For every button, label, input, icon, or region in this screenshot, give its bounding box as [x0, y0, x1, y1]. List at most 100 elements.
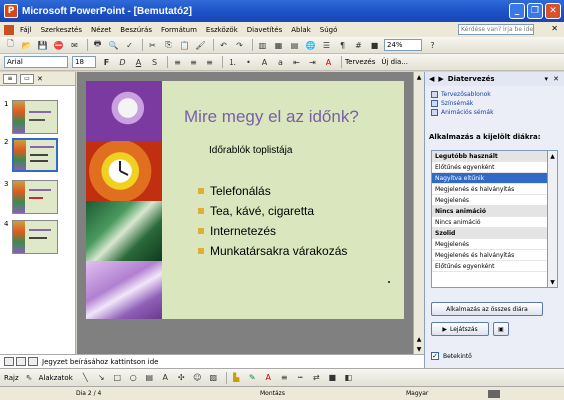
autopreview-checkbox[interactable]: ✓ Betekintő [431, 352, 472, 360]
animation-scheme-item[interactable]: Előtűnés egyenként [432, 261, 547, 272]
animation-scheme-item[interactable]: Előtűnés egyenként [432, 162, 547, 173]
task-pane-menu-icon[interactable]: ▾ [544, 75, 548, 83]
decrease-indent-icon[interactable]: ⇤ [290, 56, 303, 68]
notes-placeholder[interactable]: Jegyzet beírásához kattintson ide [42, 358, 158, 366]
tab-slides[interactable]: ▭ [20, 73, 34, 84]
close-panel-icon[interactable]: ✕ [37, 75, 43, 83]
bold-icon[interactable]: F [100, 56, 113, 68]
slide-subtitle[interactable]: Időrablók toplistája [209, 145, 292, 156]
insert-table-icon[interactable]: ▦ [272, 39, 285, 51]
bullet-list[interactable]: Telefonálás Tea, kávé, cigaretta Interne… [198, 181, 347, 261]
slide-thumbnail-4[interactable]: 4 [4, 220, 58, 254]
menu-slideshow[interactable]: Diavetítés [247, 26, 282, 34]
insert-chart-icon[interactable]: ▥ [256, 39, 269, 51]
menu-window[interactable]: Ablak [291, 26, 311, 34]
back-icon[interactable]: ◀ [429, 75, 434, 83]
shadow-icon[interactable]: S [148, 56, 161, 68]
new-icon[interactable]: 🗋 [4, 39, 17, 51]
line-color-icon[interactable]: ✎ [246, 372, 259, 384]
task-pane-close-icon[interactable]: ✕ [553, 75, 559, 83]
color-grayscale-icon[interactable]: ■ [368, 39, 381, 51]
font-color-draw-icon[interactable]: A [262, 372, 275, 384]
animation-list-scrollbar[interactable]: ▲ ▼ [548, 150, 558, 288]
design-button[interactable]: Tervezés [345, 58, 375, 66]
menu-tools[interactable]: Eszközök [206, 26, 238, 34]
print-preview-icon[interactable]: 🔍 [107, 39, 120, 51]
new-slide-button[interactable]: Új dia... [381, 58, 408, 66]
copy-icon[interactable]: ⎘ [162, 39, 175, 51]
italic-icon[interactable]: D [116, 56, 129, 68]
animation-scheme-item[interactable]: Megjelenés és halványítás [432, 184, 547, 195]
restore-button[interactable]: ❐ [527, 3, 543, 19]
menu-help[interactable]: Súgó [320, 26, 338, 34]
textbox-icon[interactable]: ▤ [143, 372, 156, 384]
line-style-icon[interactable]: ≡ [278, 372, 291, 384]
current-slide[interactable]: Mire megy el az időnk? Időrablók toplist… [86, 81, 404, 319]
slide-thumbnail-2[interactable]: 2 [4, 138, 58, 172]
animation-scheme-item[interactable]: Megjelenés [432, 195, 547, 206]
3d-style-icon[interactable]: ◧ [342, 372, 355, 384]
line-icon[interactable]: ╲ [79, 372, 92, 384]
document-icon[interactable] [4, 24, 14, 35]
cut-icon[interactable]: ✂ [146, 39, 159, 51]
slide-title[interactable]: Mire megy el az időnk? [184, 107, 359, 127]
undo-icon[interactable]: ↶ [217, 39, 230, 51]
powerpoint-app-icon[interactable]: P [4, 4, 18, 18]
numbering-icon[interactable]: ⒈ [226, 56, 239, 68]
animation-scheme-item[interactable]: Megjelenés [432, 239, 547, 250]
autoshapes-menu-button[interactable]: Alakzatok [39, 374, 73, 382]
tables-borders-icon[interactable]: ▤ [288, 39, 301, 51]
animation-scheme-item[interactable]: Nincs animáció [432, 217, 547, 228]
dash-style-icon[interactable]: ┅ [294, 372, 307, 384]
rectangle-icon[interactable]: □ [111, 372, 124, 384]
zoom-select[interactable]: 24% [384, 39, 422, 51]
checkbox-checked[interactable]: ✓ [431, 352, 439, 360]
previous-slide-icon[interactable]: ▲ [414, 334, 424, 344]
slide-vertical-scrollbar[interactable]: ▲ ▲ ▼ [413, 72, 424, 354]
oval-icon[interactable]: ○ [127, 372, 140, 384]
animation-scheme-item[interactable]: Nagyítva eltűnik [432, 173, 547, 184]
draw-menu-button[interactable]: Rajz [4, 374, 19, 382]
fill-color-icon[interactable]: ▙ [230, 372, 243, 384]
play-button[interactable]: ▶ Lejátszás [431, 322, 489, 336]
decrease-font-icon[interactable]: a [274, 56, 287, 68]
slide-thumbnail-1[interactable]: 1 [4, 100, 58, 134]
menu-insert[interactable]: Beszúrás [120, 26, 152, 34]
next-slide-icon[interactable]: ▼ [414, 344, 424, 354]
email-icon[interactable]: ✉ [68, 39, 81, 51]
help-question-input[interactable]: Kérdése van? Írja be ide. [458, 24, 534, 35]
forward-icon[interactable]: ▶ [438, 75, 443, 83]
minimize-button[interactable]: _ [509, 3, 525, 19]
arrow-icon[interactable]: ↘ [95, 372, 108, 384]
format-painter-icon[interactable]: 🖌 [194, 39, 207, 51]
apply-to-all-slides-button[interactable]: Alkalmazás az összes diára [431, 302, 543, 316]
diagram-icon[interactable]: ✣ [175, 372, 188, 384]
normal-view-icon[interactable] [4, 357, 14, 366]
tab-outline[interactable]: ≡ [3, 73, 17, 84]
redo-icon[interactable]: ↷ [233, 39, 246, 51]
align-center-icon[interactable]: ≡ [187, 56, 200, 68]
save-icon[interactable]: 💾 [36, 39, 49, 51]
design-templates-link[interactable]: Tervezősablonok [425, 90, 564, 99]
wordart-icon[interactable]: A [159, 372, 172, 384]
hyperlink-icon[interactable]: 🌐 [304, 39, 317, 51]
paste-icon[interactable]: 📋 [178, 39, 191, 51]
print-icon[interactable]: 🖶 [91, 39, 104, 51]
menu-view[interactable]: Nézet [91, 26, 111, 34]
scroll-up-icon[interactable]: ▲ [414, 72, 424, 82]
expand-all-icon[interactable]: ☰ [320, 39, 333, 51]
increase-font-icon[interactable]: A [258, 56, 271, 68]
animation-scheme-item[interactable]: Megjelenés és halványítás [432, 250, 547, 261]
font-size-select[interactable]: 18 [72, 56, 96, 68]
slide-sorter-view-icon[interactable] [16, 357, 26, 366]
close-window-button[interactable]: ✕ [545, 3, 561, 19]
clipart-icon[interactable]: ☺ [191, 372, 204, 384]
slideshow-view-icon[interactable] [28, 357, 38, 366]
align-right-icon[interactable]: ≡ [203, 56, 216, 68]
select-objects-icon[interactable]: ⇖ [23, 372, 36, 384]
align-left-icon[interactable]: ≡ [171, 56, 184, 68]
shadow-style-icon[interactable]: ■ [326, 372, 339, 384]
slide-thumbnail-3[interactable]: 3 [4, 180, 58, 214]
bullets-icon[interactable]: • [242, 56, 255, 68]
color-schemes-link[interactable]: Színsémák [425, 99, 564, 108]
